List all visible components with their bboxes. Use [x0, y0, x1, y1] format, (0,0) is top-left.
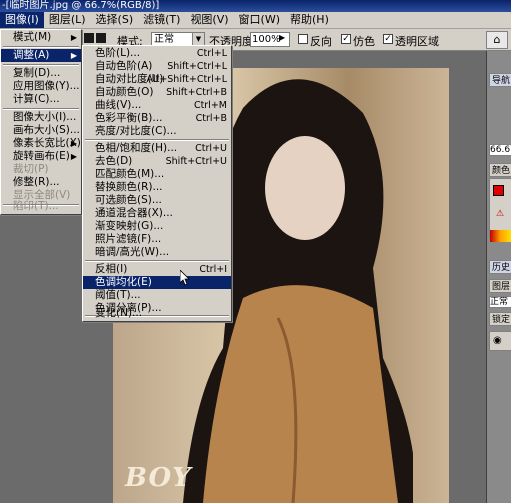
submenu-arrow-icon: ▶ — [70, 33, 77, 42]
lock-label: 锁定 — [489, 312, 511, 326]
navigator-tab[interactable]: 导航 — [489, 73, 511, 87]
adjust-shadow-highlight[interactable]: 暗调/高光(W)... — [83, 246, 231, 259]
palette-well-icon[interactable]: ⌂ — [486, 31, 508, 49]
adjust-gradient-map[interactable]: 渐变映射(G)... — [83, 220, 231, 233]
menu-view[interactable]: 视图(V) — [185, 12, 233, 28]
mode-value: 正常 — [154, 34, 174, 45]
menu-separator — [85, 139, 229, 141]
layers-tab[interactable]: 图层 — [489, 279, 511, 293]
adjust-selective-color[interactable]: 可选颜色(S)... — [83, 194, 231, 207]
adjust-hue-saturation[interactable]: 色相/饱和度(H)... Ctrl+U — [83, 142, 231, 155]
image-menu-image-size[interactable]: 图像大小(I)... — [1, 111, 81, 124]
submenu-arrow-icon: ▶ — [70, 139, 77, 148]
menu-layer[interactable]: 图层(L) — [44, 12, 91, 28]
image-menu-apply-image[interactable]: 应用图像(Y)... — [1, 80, 81, 93]
adjust-submenu: 色阶(L)... Ctrl+L 自动色阶(A) Shift+Ctrl+L 自动对比度… — [82, 45, 232, 322]
transparency-label: 透明区域 — [395, 35, 439, 48]
adjust-replace-color[interactable]: 替换颜色(R)... — [83, 181, 231, 194]
adjust-auto-color[interactable]: 自动颜色(O) Shift+Ctrl+B — [83, 86, 231, 99]
image-menu-rotate-canvas[interactable]: 旋转画布(E) ▶ — [1, 150, 81, 163]
adjust-desaturate[interactable]: 去色(D) Shift+Ctrl+U — [83, 155, 231, 168]
dither-label: 仿色 — [353, 35, 375, 48]
image-menu-calculations[interactable]: 计算(C)... — [1, 93, 81, 106]
foreground-color-swatch[interactable] — [493, 185, 504, 196]
image-menu-trim[interactable]: 修整(R)... — [1, 176, 81, 189]
image-menu: 模式(M) ▶ 调整(A) ▶ 复制(D)... 应用图像(Y)... 计算(C).… — [0, 29, 82, 215]
submenu-arrow-icon: ▶ — [70, 152, 77, 161]
submenu-arrow-icon: ▶ — [70, 51, 77, 60]
image-menu-adjust[interactable]: 调整(A) ▶ — [1, 49, 81, 62]
chevron-right-icon[interactable]: ▶ — [279, 33, 285, 42]
adjust-equalize[interactable]: 色调均化(E) — [83, 276, 231, 289]
photo-watermark: BOY — [125, 463, 192, 493]
image-menu-trap: 陷印(T)... — [13, 200, 59, 212]
image-menu-mode[interactable]: 模式(M) ▶ — [1, 31, 81, 44]
menu-window[interactable]: 窗口(W) — [234, 12, 285, 28]
window-title: -[临时图片.jpg @ 66.7%(RGB/8)] — [2, 0, 160, 11]
adjust-invert[interactable]: 反相(I) Ctrl+I — [83, 263, 231, 276]
adjust-match-color[interactable]: 匹配颜色(M)... — [83, 168, 231, 181]
tool-preset-icons[interactable] — [84, 33, 106, 43]
adjust-channel-mixer[interactable]: 通道混合器(X)... — [83, 207, 231, 220]
menu-separator — [85, 260, 229, 262]
blend-mode-select[interactable]: 正常 — [489, 296, 511, 308]
menu-separator — [3, 108, 79, 110]
eye-icon[interactable]: ◉ — [493, 335, 502, 346]
zoom-value[interactable]: 66.67 — [489, 144, 511, 156]
menu-select[interactable]: 选择(S) — [91, 12, 139, 28]
adjust-brightness-contrast[interactable]: 亮度/对比度(C)... — [83, 125, 231, 138]
adjust-auto-levels[interactable]: 自动色阶(A) Shift+Ctrl+L — [83, 60, 231, 73]
color-ramp[interactable] — [490, 230, 511, 242]
image-menu-pixel-aspect[interactable]: 像素长宽比(X) ▶ — [1, 137, 81, 150]
image-menu-crop: 裁切(P) — [13, 163, 49, 175]
menu-filter[interactable]: 滤镜(T) — [138, 12, 185, 28]
adjust-levels[interactable]: 色阶(L)... Ctrl+L — [83, 47, 231, 60]
adjust-auto-contrast[interactable]: 自动对比度(U) Alt+Shift+Ctrl+L — [83, 73, 231, 86]
window-title-bar: -[临时图片.jpg @ 66.7%(RGB/8)] — [0, 0, 511, 12]
menu-bar: 图像(I) 图层(L) 选择(S) 滤镜(T) 视图(V) 窗口(W) 帮助(H… — [0, 12, 511, 29]
adjust-color-balance[interactable]: 色彩平衡(B)... Ctrl+B — [83, 112, 231, 125]
color-panel: ⚠ — [489, 178, 511, 238]
reverse-checkbox[interactable] — [298, 34, 308, 44]
warning-icon: ⚠ — [496, 209, 505, 219]
adjust-photo-filter[interactable]: 照片滤镜(F)... — [83, 233, 231, 246]
dither-checkbox[interactable]: ✓ — [341, 34, 351, 44]
image-menu-duplicate[interactable]: 复制(D)... — [1, 67, 81, 80]
color-tab[interactable]: 颜色 — [489, 163, 511, 177]
adjust-curves[interactable]: 曲线(V)... Ctrl+M — [83, 99, 231, 112]
menu-help[interactable]: 帮助(H) — [285, 12, 334, 28]
history-tab[interactable]: 历史 — [489, 260, 511, 274]
reverse-label: 反向 — [310, 35, 332, 48]
transparency-checkbox[interactable]: ✓ — [383, 34, 393, 44]
image-menu-canvas-size[interactable]: 画布大小(S)... — [1, 124, 81, 137]
right-panel-dock: 导航 66.67 颜色 ⚠ 历史 图层 正常 锁定 ◉ — [486, 51, 511, 503]
layer-row[interactable]: ◉ — [489, 331, 511, 351]
menu-separator — [3, 46, 79, 48]
menu-image[interactable]: 图像(I) — [0, 12, 44, 28]
adjust-threshold[interactable]: 阈值(T)... — [83, 289, 231, 302]
mouse-cursor-icon — [180, 270, 190, 286]
menu-separator — [3, 64, 79, 66]
adjust-variations[interactable]: 变化(N)... — [83, 307, 231, 320]
